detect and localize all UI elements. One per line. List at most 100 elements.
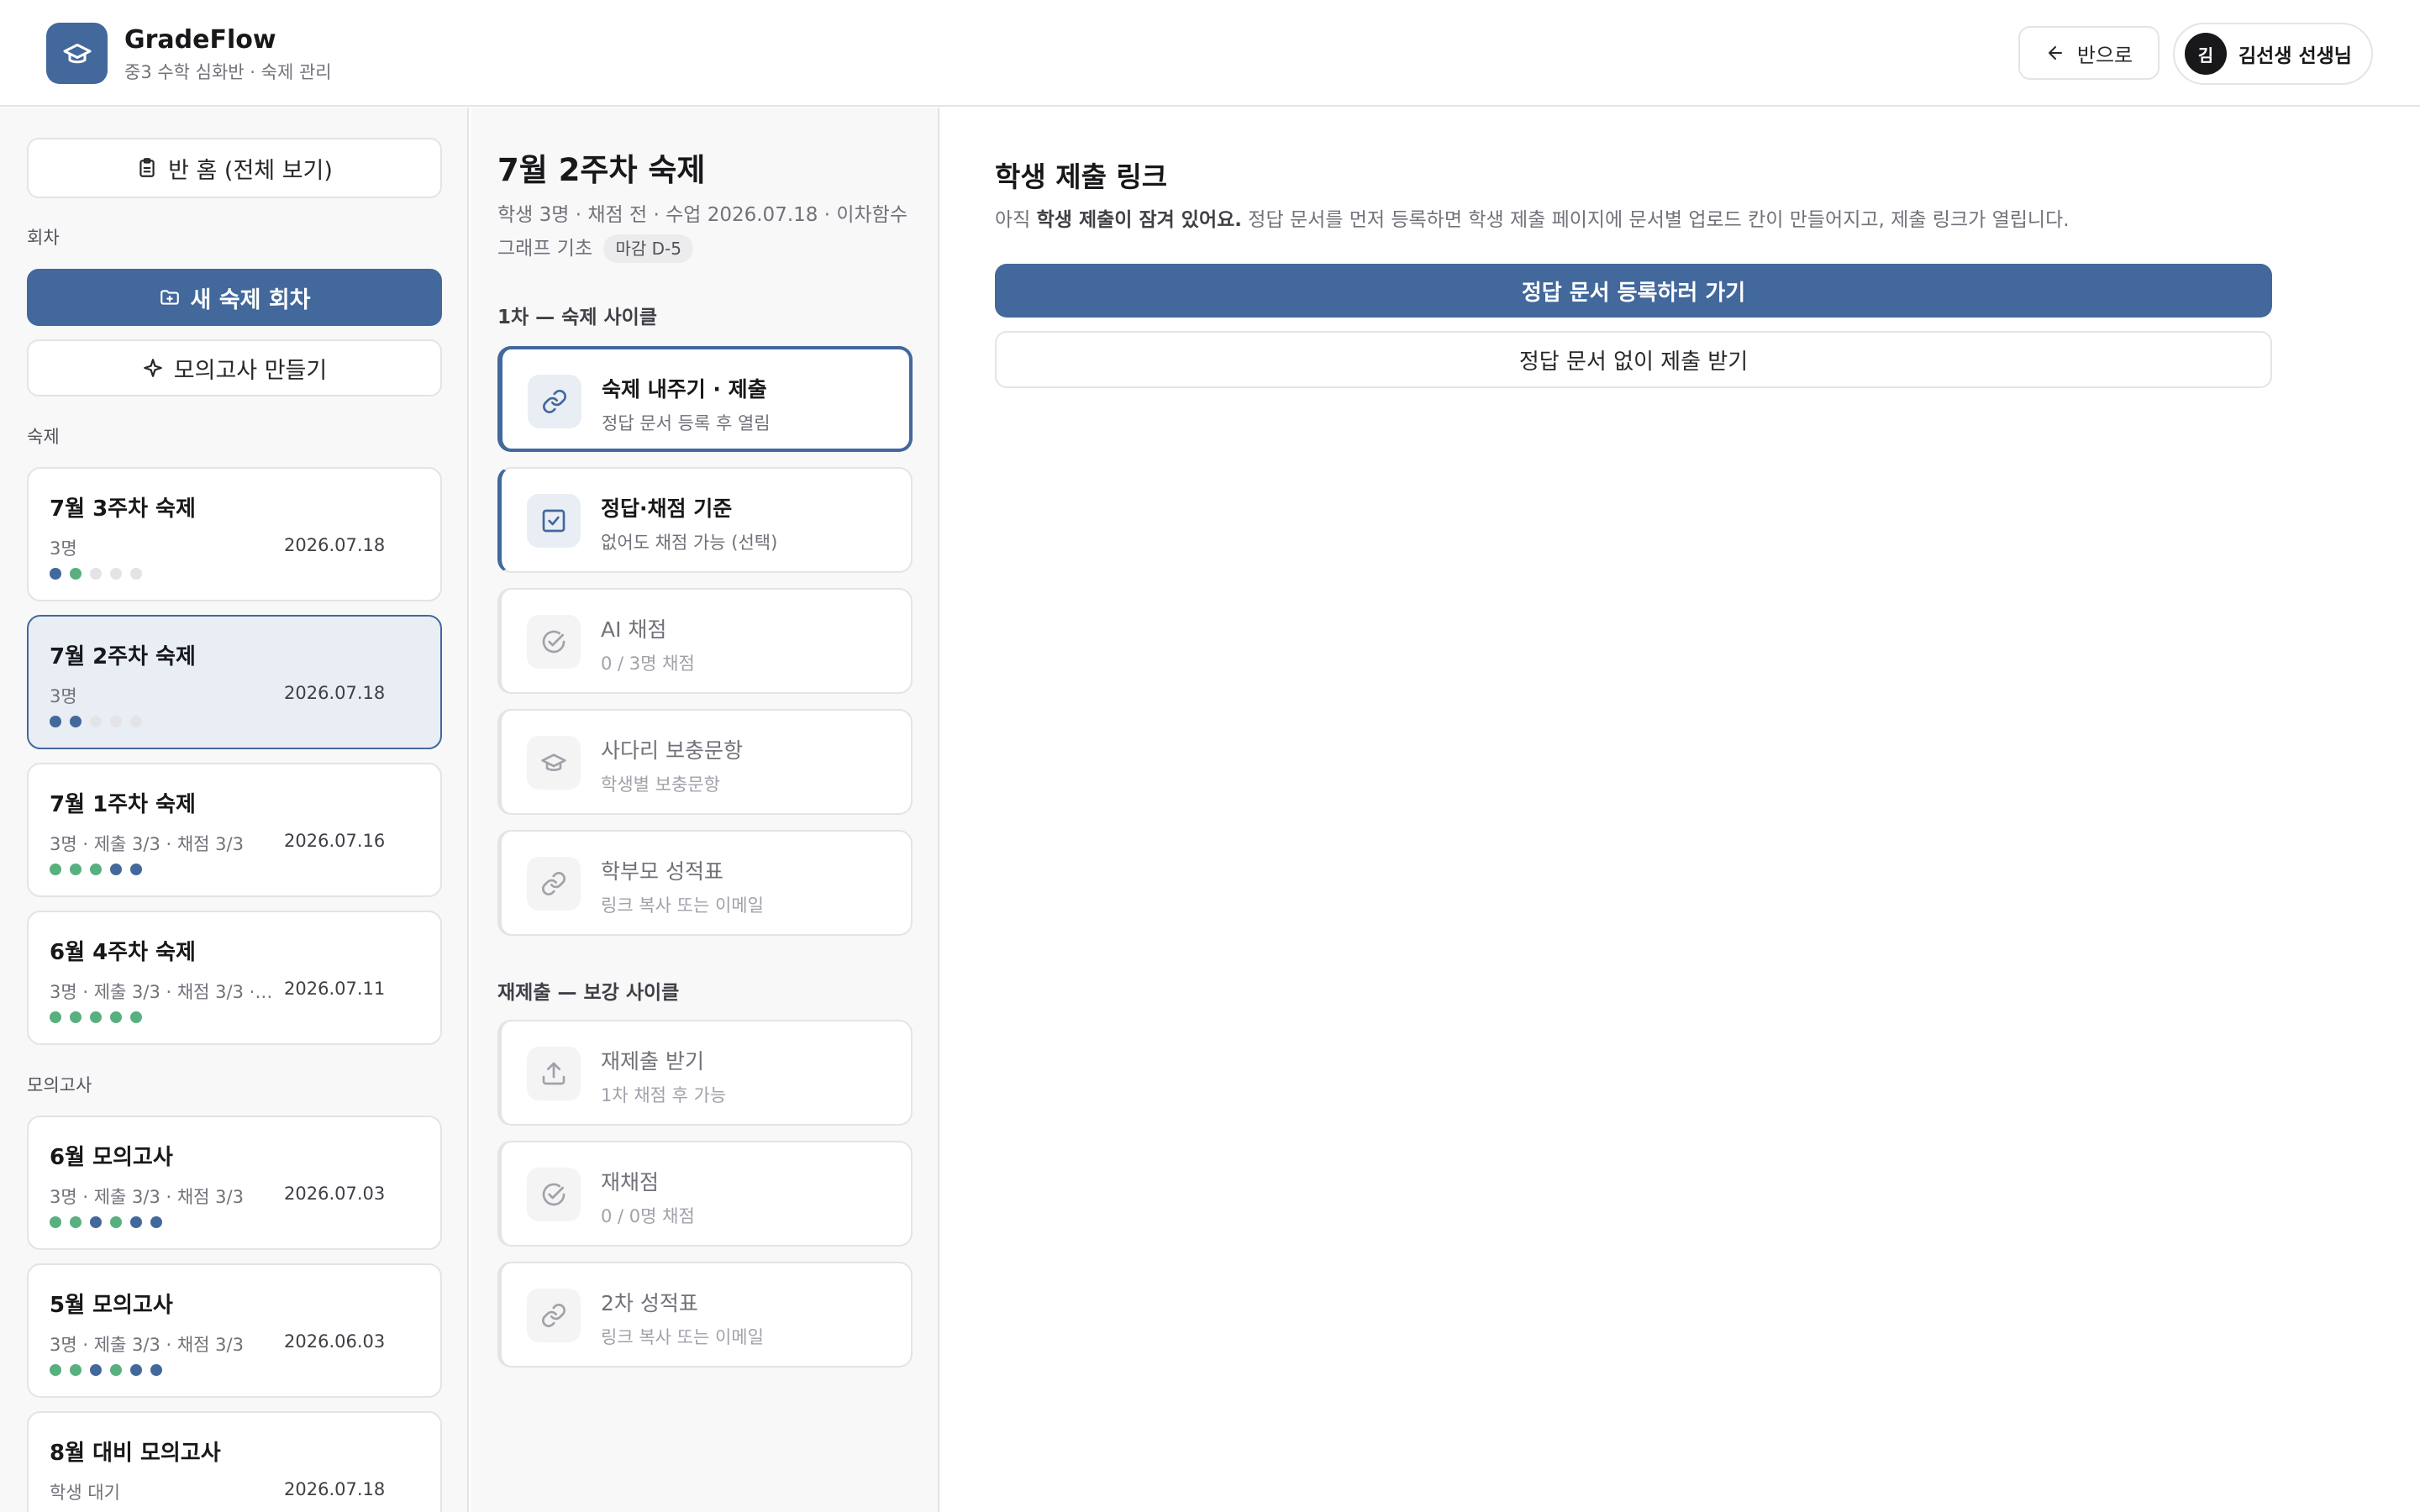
mock-exam-card[interactable]: 8월 대비 모의고사학생 대기 2026.07.18 <box>27 1411 442 1512</box>
check-circle-icon <box>527 615 581 669</box>
avatar: 김 <box>2185 33 2227 75</box>
back-to-class-button[interactable]: 반으로 <box>2018 26 2160 80</box>
status-dot <box>150 1364 162 1376</box>
card-date: 2026.07.03 <box>284 1184 386 1204</box>
card-title: 6월 모의고사 <box>50 1145 173 1170</box>
link-icon <box>528 375 581 428</box>
app-header: GradeFlow 중3 수학 심화반 · 숙제 관리 반으로 김 김선생 선생… <box>0 0 2420 107</box>
link-icon <box>527 1289 581 1342</box>
status-dot <box>50 864 61 875</box>
status-dot <box>130 716 142 727</box>
status-dot <box>110 864 122 875</box>
workflow-step[interactable]: 정답·채점 기준없어도 채점 가능 (선택) <box>497 467 913 573</box>
status-dot <box>70 1011 82 1023</box>
card-title: 5월 모의고사 <box>50 1293 173 1318</box>
workflow-step: AI 채점 0 / 3명 채점 <box>497 588 913 694</box>
workflow-step[interactable]: 숙제 내주기 · 제출 정답 문서 등록 후 열림 <box>497 346 913 452</box>
status-dots <box>50 1364 162 1376</box>
workflow-step: 사다리 보충문항학생별 보충문항 <box>497 709 913 815</box>
status-dots <box>50 864 142 875</box>
desc-rest: 정답 문서를 먼저 등록하면 학생 제출 페이지에 문서별 업로드 칸이 만들어… <box>1242 209 2070 231</box>
status-dot <box>150 1216 162 1228</box>
step-subtitle: 없어도 채점 가능 (선택) <box>601 533 778 553</box>
status-dot <box>50 1364 61 1376</box>
status-dots <box>50 1216 162 1228</box>
status-dot <box>70 1216 82 1228</box>
register-answer-doc-button[interactable]: 정답 문서 등록하러 가기 <box>995 264 2272 318</box>
status-dot <box>50 716 61 727</box>
card-date: 2026.07.16 <box>284 831 386 851</box>
new-round-button[interactable]: 새 숙제 회차 <box>27 269 442 326</box>
mock-exam-card[interactable]: 5월 모의고사 3명 · 제출 3/3 · 채점 3/3 2026.06.03 <box>27 1263 442 1398</box>
link-icon <box>527 857 581 911</box>
app-subtitle: 중3 수학 심화반 · 숙제 관리 <box>124 62 332 82</box>
panel-title: 학생 제출 링크 <box>995 160 1168 193</box>
cycle-2-label: 재제출 — 보강 사이클 <box>497 982 680 1004</box>
status-dot <box>90 1011 102 1023</box>
accept-without-answer-doc-button[interactable]: 정답 문서 없이 제출 받기 <box>995 331 2272 388</box>
step-title: 2차 성적표 <box>601 1291 698 1315</box>
card-date: 2026.07.18 <box>284 535 386 555</box>
card-meta: 3명 · 제출 3/3 · 채점 3/3 · 재제출 3/3 <box>50 982 276 1002</box>
step-title: 정답·채점 기준 <box>601 496 733 521</box>
back-label: 반으로 <box>2076 43 2133 67</box>
step-title: 학부모 성적표 <box>601 859 723 884</box>
card-date: 2026.07.18 <box>284 1479 386 1499</box>
sparkle-icon <box>143 359 162 377</box>
status-dot <box>130 1364 142 1376</box>
status-dot <box>90 1216 102 1228</box>
card-date: 2026.06.03 <box>284 1331 386 1352</box>
section-label-mock-exams: 모의고사 <box>27 1075 92 1095</box>
check-circle-icon <box>527 1168 581 1221</box>
homework-round-card[interactable]: 7월 3주차 숙제 3명 2026.07.18 <box>27 467 442 601</box>
desc-prefix: 아직 <box>995 209 1037 231</box>
card-date: 2026.07.18 <box>284 683 386 703</box>
step-title: 재채점 <box>601 1170 660 1194</box>
status-dot <box>70 1364 82 1376</box>
status-dot <box>130 864 142 875</box>
status-dot <box>130 1011 142 1023</box>
panel-description: 아직 학생 제출이 잠겨 있어요. 정답 문서를 먼저 등록하면 학생 제출 페… <box>995 203 2070 232</box>
status-dot <box>50 568 61 580</box>
graduation-cap-logo-icon <box>46 23 108 84</box>
clipboard-icon <box>139 158 155 177</box>
homework-round-card[interactable]: 7월 1주차 숙제 3명 · 제출 3/3 · 채점 3/3 2026.07.16 <box>27 763 442 897</box>
step-title: 재제출 받기 <box>601 1049 704 1074</box>
status-dot <box>90 568 102 580</box>
workflow-step: 재채점 0 / 0명 채점 <box>497 1141 913 1247</box>
status-dot <box>110 568 122 580</box>
card-meta: 3명 <box>50 538 77 559</box>
step-subtitle: 학생별 보충문항 <box>601 774 720 795</box>
class-home-button[interactable]: 반 홈 (전체 보기) <box>27 138 442 198</box>
card-title: 7월 2주차 숙제 <box>50 644 196 669</box>
user-menu-button[interactable]: 김 김선생 선생님 <box>2173 23 2373 85</box>
new-round-label: 새 숙제 회차 <box>190 286 311 313</box>
status-dot <box>110 1216 122 1228</box>
round-subtitle-text: 학생 3명 · 채점 전 · 수업 2026.07.18 · 이차함수 그래프 … <box>497 204 908 260</box>
step-subtitle: 0 / 0명 채점 <box>601 1206 695 1226</box>
card-title: 8월 대비 모의고사 <box>50 1441 221 1466</box>
card-meta: 학생 대기 <box>50 1483 120 1503</box>
upload-icon <box>527 1047 581 1100</box>
step-title: AI 채점 <box>601 617 667 642</box>
status-dot <box>110 1364 122 1376</box>
workflow-step: 학부모 성적표링크 복사 또는 이메일 <box>497 830 913 936</box>
class-home-label: 반 홈 (전체 보기) <box>168 157 333 184</box>
round-subtitle: 학생 3명 · 채점 전 · 수업 2026.07.18 · 이차함수 그래프 … <box>497 198 918 265</box>
card-meta: 3명 · 제출 3/3 · 채점 3/3 <box>50 834 244 854</box>
homework-round-card[interactable]: 6월 4주차 숙제 3명 · 제출 3/3 · 채점 3/3 · 재제출 3/3 2… <box>27 911 442 1045</box>
status-dot <box>50 1216 61 1228</box>
step-subtitle: 링크 복사 또는 이메일 <box>601 895 764 916</box>
status-dots <box>50 716 142 727</box>
arrow-left-icon <box>2048 46 2062 60</box>
status-dot <box>110 1011 122 1023</box>
homework-round-card[interactable]: 7월 2주차 숙제 3명 2026.07.18 <box>27 615 442 749</box>
card-date: 2026.07.11 <box>284 979 386 999</box>
create-mock-exam-button[interactable]: 모의고사 만들기 <box>27 339 442 396</box>
app-title: GradeFlow <box>124 25 276 55</box>
mock-exam-card[interactable]: 6월 모의고사 3명 · 제출 3/3 · 채점 3/3 2026.07.03 <box>27 1116 442 1250</box>
step-title: 사다리 보충문항 <box>601 738 743 763</box>
step-subtitle: 0 / 3명 채점 <box>601 654 695 674</box>
checkbox-icon <box>527 494 581 548</box>
user-name: 김선생 선생님 <box>2238 45 2352 67</box>
